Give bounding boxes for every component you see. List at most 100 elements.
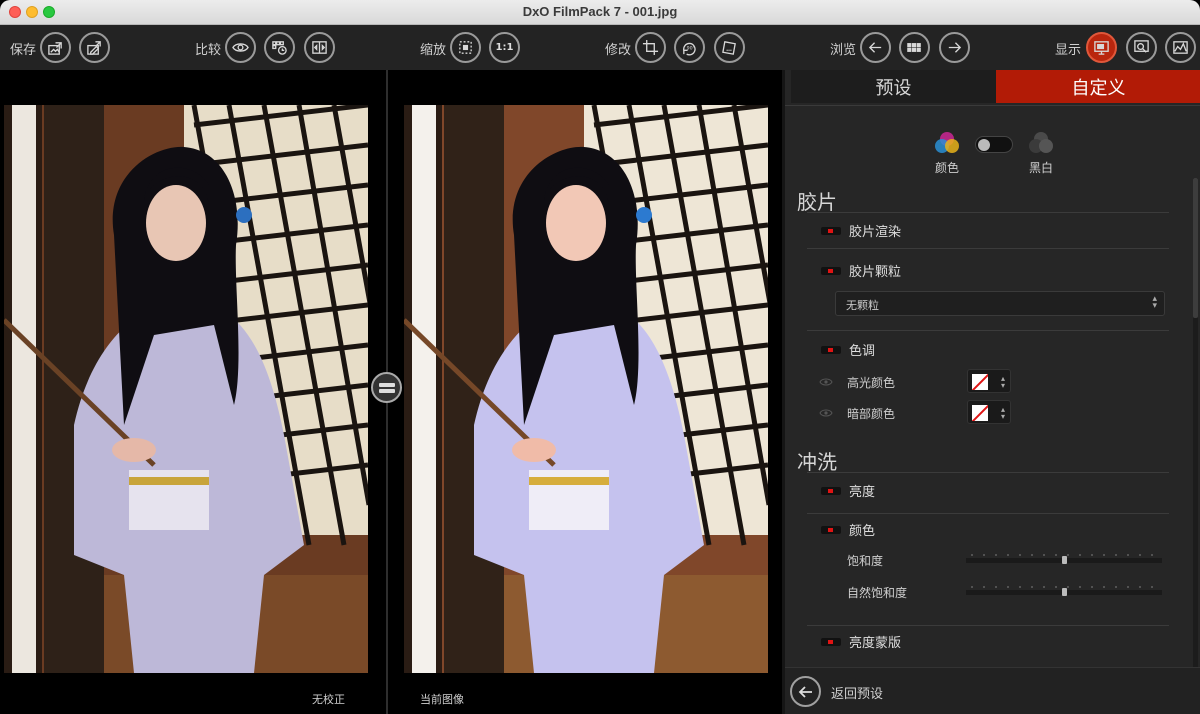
arrow-left-icon [868,42,882,53]
grain-type-select[interactable]: 无颗粒 ▴ ▾ [835,291,1165,316]
eye-icon[interactable] [819,377,833,387]
vibrance-slider[interactable] [966,586,1162,596]
color-checkbox[interactable] [821,526,841,534]
original-image[interactable] [4,105,368,673]
color-row[interactable]: 颜色 [811,514,1171,544]
toggle-knob [978,139,990,151]
settings-panel: 预设 自定义 颜色 黑白 胶片 胶片渲染 胶片颗粒 无颗粒 ▴ ▾ 色调 高光颜… [782,70,1200,714]
color-mode[interactable]: 颜色 [927,130,967,176]
divider [807,330,1169,331]
window-title: DxO FilmPack 7 - 001.jpg [522,4,678,19]
bw-circles-icon [1029,132,1053,153]
browse-group-label: 浏览 [830,43,857,58]
display-screen-button[interactable] [1086,32,1117,63]
toolbar: 保存 比较 缩放 1:1 修改 90° 浏览 显示 [0,25,1200,70]
straighten-button[interactable] [714,32,745,63]
film-grain-row[interactable]: 胶片颗粒 [811,255,1171,285]
scrollbar-thumb[interactable] [1193,178,1198,318]
bw-mode-label: 黑白 [1028,161,1053,175]
tab-custom[interactable]: 自定义 [996,70,1200,103]
film-rendering-checkbox[interactable] [821,227,841,235]
split-view-icon [312,41,327,54]
film-section-title: 胶片 [797,190,837,214]
split-view-button[interactable] [304,32,335,63]
divider [807,212,1169,213]
rotate-icon: 90° [683,42,696,56]
fit-to-screen-button[interactable] [450,32,481,63]
toning-row[interactable]: 色调 [811,334,1171,364]
eye-icon[interactable] [819,408,833,418]
crop-icon [642,39,659,56]
split-handle[interactable] [371,372,402,403]
brightness-row[interactable]: 亮度 [811,475,1171,505]
back-to-presets-label[interactable]: 返回预设 [831,683,883,702]
grid-icon [907,43,921,52]
image-viewer[interactable]: 无校正 当前图像 [0,70,782,714]
zoom-1to1-label: 1:1 [495,42,514,53]
current-caption: 当前图像 [420,693,464,706]
saturation-slider[interactable] [966,554,1162,564]
film-rendering-label: 胶片渲染 [849,225,902,240]
shadow-color-label: 暗部颜色 [847,407,896,421]
export-to-app-button[interactable] [79,32,110,63]
zoom-group-label: 缩放 [420,43,447,58]
grid-clock-icon [272,41,287,55]
tab-divider [785,105,1200,106]
highlight-color-label: 高光颜色 [847,376,896,390]
develop-section-title: 冲洗 [797,450,837,474]
loupe-button[interactable] [1126,32,1157,63]
select-arrows-icon: ▴ ▾ [1152,294,1157,311]
zoom-1to1-button[interactable]: 1:1 [489,32,520,63]
grain-type-value: 无颗粒 [846,299,879,312]
window-titlebar: DxO FilmPack 7 - 001.jpg [0,0,1200,25]
saturation-label: 饱和度 [847,554,884,568]
no-color-swatch [972,405,988,421]
next-image-button[interactable] [939,32,970,63]
export-image-icon [48,42,62,55]
current-image[interactable] [404,105,768,673]
color-mode-label: 颜色 [934,161,959,175]
export-image-button[interactable] [40,32,71,63]
bw-mode[interactable]: 黑白 [1021,130,1061,176]
no-color-swatch [972,374,988,390]
vibrance-label: 自然饱和度 [847,586,908,600]
histogram-icon [1173,41,1188,54]
panel-scrollbar[interactable] [1193,178,1198,668]
original-photo [4,105,368,673]
saturation-slider-thumb[interactable] [1062,556,1067,564]
toning-checkbox[interactable] [821,346,841,354]
luminance-mask-checkbox[interactable] [821,638,841,646]
film-grain-label: 胶片颗粒 [849,265,902,280]
history-compare-button[interactable] [264,32,295,63]
color-circles-icon [935,132,959,153]
color-bw-toggle[interactable] [975,136,1013,153]
arrow-left-icon [798,685,812,698]
luminance-mask-row[interactable]: 亮度蒙版 [811,626,1171,656]
brightness-checkbox[interactable] [821,487,841,495]
browser-grid-button[interactable] [899,32,930,63]
shadow-color-picker[interactable]: ▴ ▾ [967,400,1011,424]
back-to-presets-button[interactable] [790,676,821,707]
loupe-icon [1134,40,1149,53]
panel-footer: 返回预设 [785,667,1200,714]
compare-view-button[interactable] [225,32,256,63]
divider [807,472,1169,473]
film-grain-checkbox[interactable] [821,267,841,275]
save-group-label: 保存 [10,43,37,58]
film-rendering-row[interactable]: 胶片渲染 [811,215,1171,245]
highlight-color-row: 高光颜色 ▴ ▾ [811,369,1181,395]
luminance-mask-label: 亮度蒙版 [849,636,902,651]
eye-icon [232,43,249,52]
rotate-90-button[interactable]: 90° [674,32,705,63]
modify-group-label: 修改 [605,43,632,58]
split-handle-icon [378,381,395,395]
crop-button[interactable] [635,32,666,63]
previous-image-button[interactable] [860,32,891,63]
saturation-row: 饱和度 [811,547,1181,573]
highlight-color-picker[interactable]: ▴ ▾ [967,369,1011,393]
compare-group-label: 比较 [195,43,222,58]
histogram-button[interactable] [1165,32,1196,63]
monitor-icon [1094,41,1109,55]
vibrance-slider-thumb[interactable] [1062,588,1067,596]
tab-presets[interactable]: 预设 [791,70,996,103]
